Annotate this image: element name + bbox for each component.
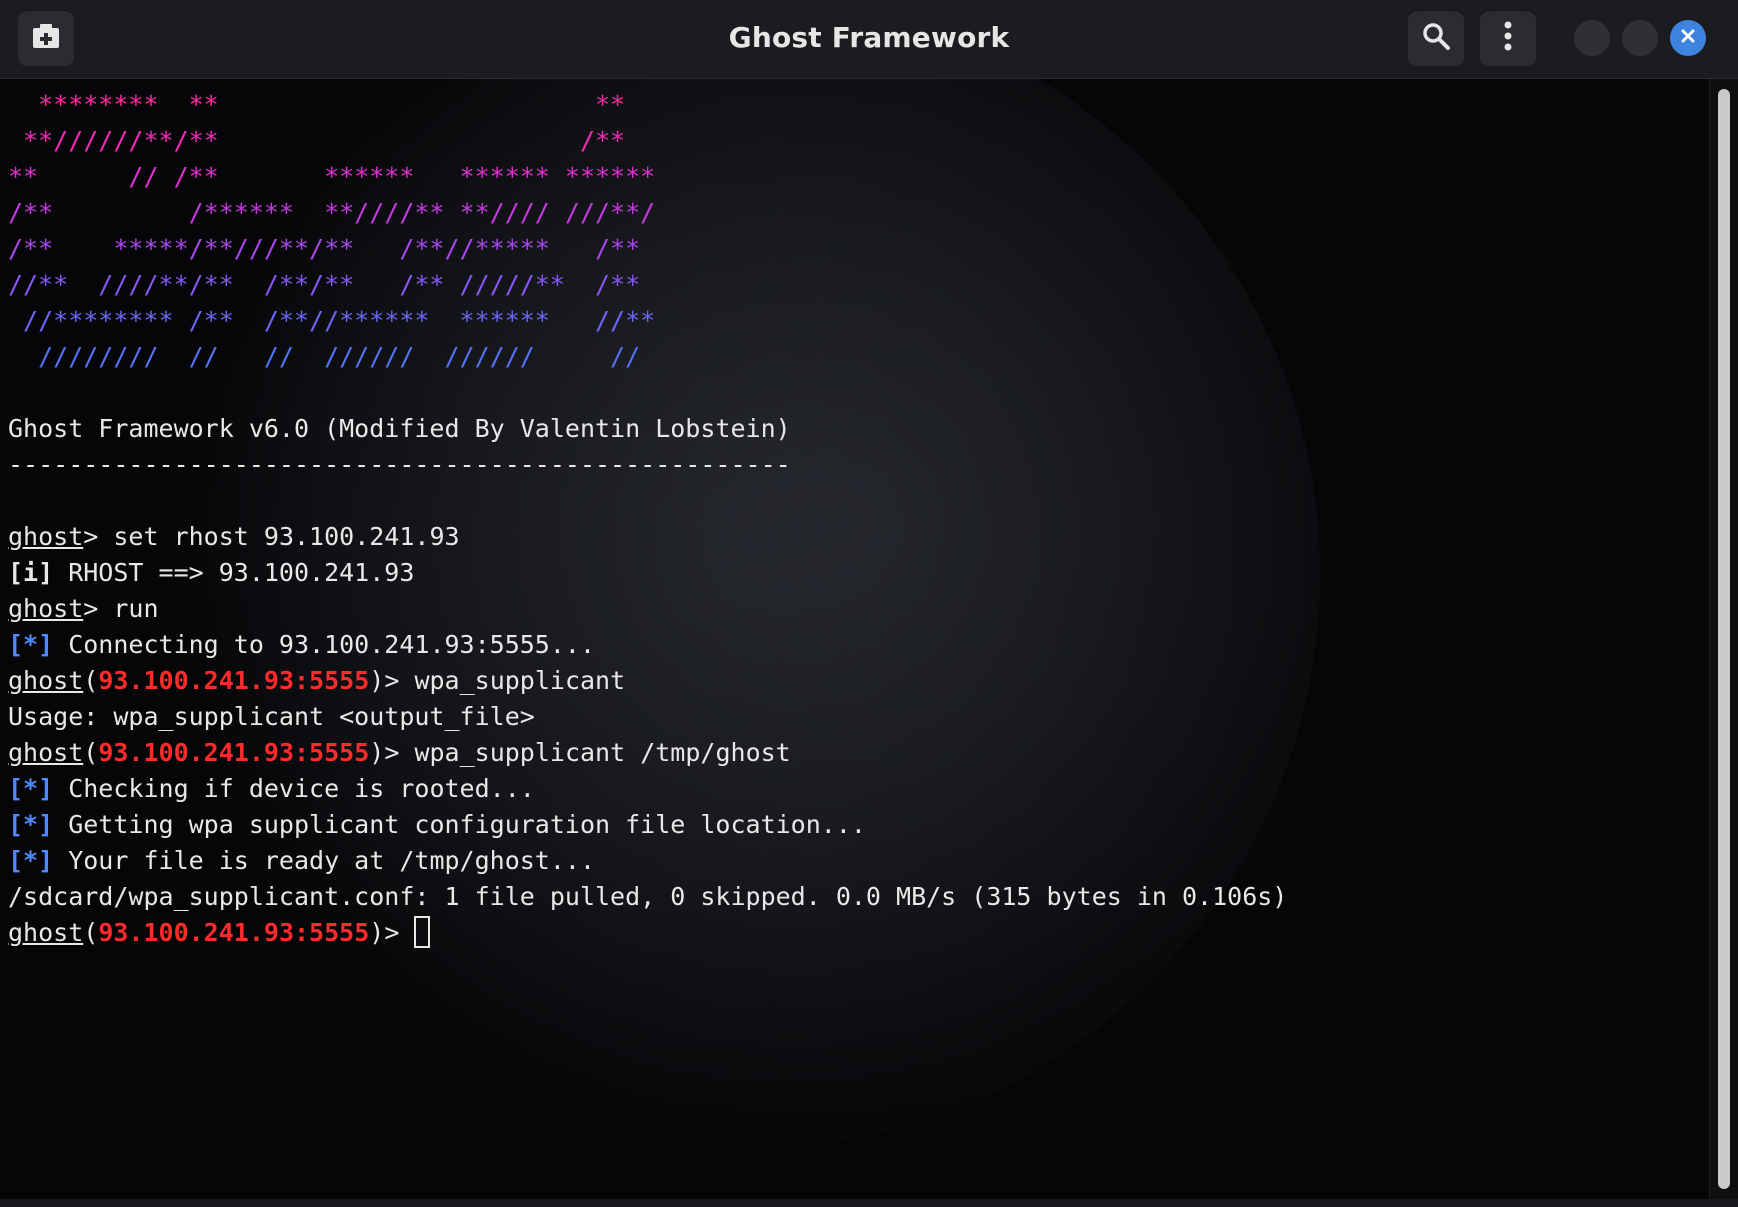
banner-line: //******** /** /**//****** ****** //** (8, 306, 656, 335)
banner-line: **//////**/** /** (8, 126, 626, 155)
status-tag: [*] (8, 846, 54, 875)
command-text: wpa_supplicant (414, 666, 626, 695)
terminal-area[interactable]: ******** ** ** **//////**/** /** ** // /*… (0, 79, 1710, 1199)
maximize-button[interactable] (1622, 20, 1658, 56)
close-icon (1680, 28, 1696, 48)
command-line: ghost(93.100.241.93:5555)> wpa_supplican… (8, 666, 626, 695)
title-bar: Ghost Framework (0, 0, 1738, 79)
command-text: wpa_supplicant /tmp/ghost (414, 738, 791, 767)
prompt-target: 93.100.241.93:5555 (98, 918, 370, 947)
output-line: [*] Getting wpa supplicant configuration… (8, 807, 1287, 843)
command-text: run (113, 594, 159, 623)
prompt-name: ghost (8, 918, 84, 947)
banner-line: ** // /** ****** ****** ****** (8, 162, 656, 191)
search-icon (1421, 21, 1451, 55)
separator-line: ----------------------------------------… (8, 450, 791, 479)
command-line: ghost> run (8, 591, 1287, 627)
output-line: [*] Connecting to 93.100.241.93:5555... (8, 627, 1287, 663)
banner-line: //////// // // ////// ////// // (8, 342, 641, 371)
close-button[interactable] (1670, 20, 1706, 56)
prompt-target: 93.100.241.93:5555 (98, 666, 370, 695)
output-line: [i] RHOST ==> 93.100.241.93 (8, 555, 1287, 591)
output-text: Getting wpa supplicant configuration fil… (53, 810, 866, 839)
kebab-menu-icon (1503, 20, 1513, 56)
prompt-name: ghost (8, 522, 84, 551)
banner-line: //** ////**/** /**/** /** /////** /** (8, 270, 641, 299)
prompt-name: ghost (8, 666, 84, 695)
prompt-suffix: > (384, 666, 415, 695)
command-line: ghost> set rhost 93.100.241.93 (8, 519, 1287, 555)
command-line: ghost(93.100.241.93:5555)> wpa_supplican… (8, 738, 791, 767)
output-line: Usage: wpa_supplicant <output_file> (8, 702, 535, 731)
minimize-button[interactable] (1574, 20, 1610, 56)
status-tag: [*] (8, 630, 54, 659)
prompt-name: ghost (8, 594, 84, 623)
command-line: ghost(93.100.241.93:5555)> (8, 915, 1287, 951)
scrollbar-thumb[interactable] (1718, 89, 1730, 1189)
banner-line: /** /****** **////** **//// ///**/ (8, 198, 656, 227)
text-cursor[interactable] (414, 916, 431, 948)
output-text: RHOST ==> 93.100.241.93 (53, 558, 415, 587)
output-line: [*] Your file is ready at /tmp/ghost... (8, 843, 1287, 879)
command-text: set rhost 93.100.241.93 (113, 522, 460, 551)
output-text: Checking if device is rooted... (53, 774, 535, 803)
terminal-window: Ghost Framework ******** ** ** **//////*… (0, 0, 1738, 1207)
window-title: Ghost Framework (728, 21, 1010, 54)
scrollbar[interactable] (1709, 79, 1738, 1199)
search-button[interactable] (1408, 10, 1464, 66)
banner-line: /** *****/**///**/** /**//***** /** (8, 234, 641, 263)
status-tag: [*] (8, 774, 54, 803)
status-tag: [*] (8, 810, 54, 839)
output-text: Connecting to 93.100.241.93:5555... (53, 630, 596, 659)
output-line: /sdcard/wpa_supplicant.conf: 1 file pull… (8, 882, 1288, 911)
prompt-suffix: > (83, 522, 114, 551)
prompt-suffix: > (384, 918, 415, 947)
banner-line: ******** ** ** (8, 90, 626, 119)
output-text: Your file is ready at /tmp/ghost... (53, 846, 596, 875)
prompt-target: 93.100.241.93:5555 (98, 738, 370, 767)
window-bottom-edge (0, 1199, 1738, 1207)
output-line: [*] Checking if device is rooted... (8, 771, 1287, 807)
info-tag: [i] (8, 558, 54, 587)
prompt-name: ghost (8, 738, 84, 767)
prompt-suffix: > (384, 738, 415, 767)
terminal-output: ******** ** ** **//////**/** /** ** // /*… (8, 87, 1287, 951)
prompt-suffix: > (83, 594, 114, 623)
menu-button[interactable] (1480, 10, 1536, 66)
version-line: Ghost Framework v6.0 (Modified By Valent… (8, 414, 791, 443)
